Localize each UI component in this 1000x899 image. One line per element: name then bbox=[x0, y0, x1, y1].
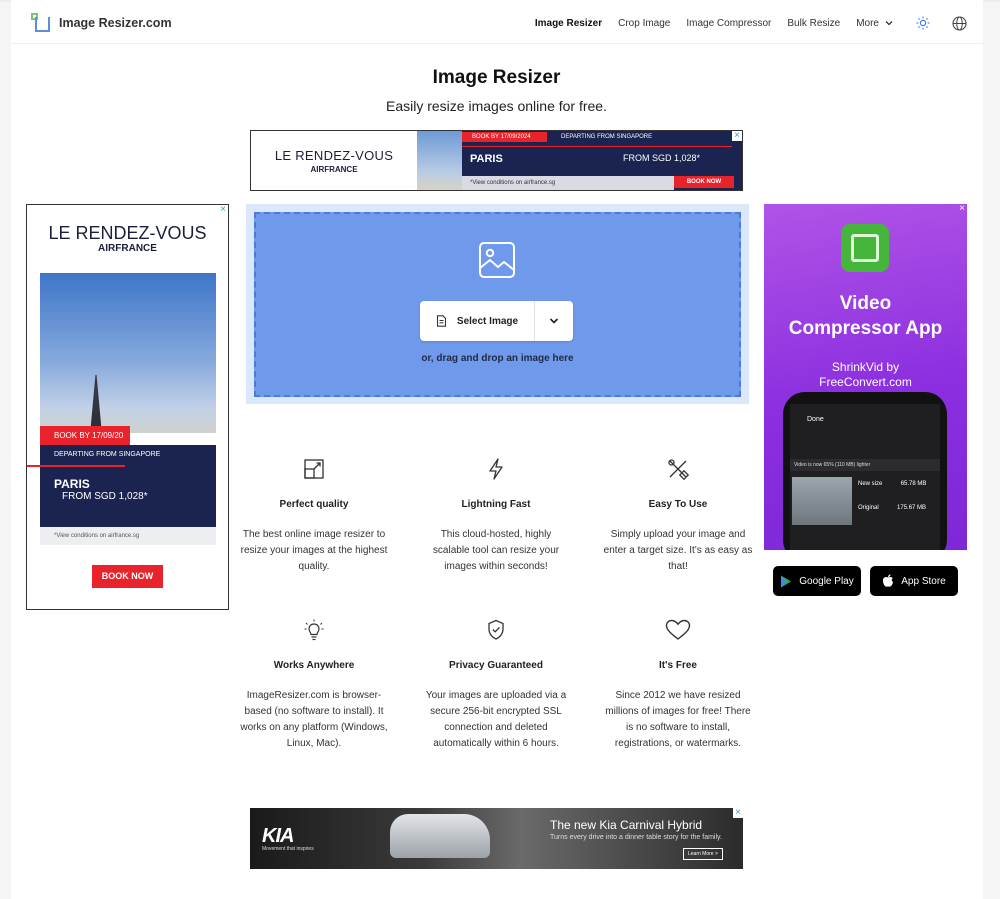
app-store-button[interactable]: App Store bbox=[870, 566, 958, 596]
theme-toggle-button[interactable] bbox=[916, 16, 930, 30]
select-image-label: Select Image bbox=[456, 315, 519, 327]
ad-city: PARIS bbox=[470, 153, 503, 165]
feature-title: Lightning Fast bbox=[461, 499, 531, 510]
page-subtitle: Easily resize images online for free. bbox=[386, 98, 607, 114]
feature-title: Works Anywhere bbox=[273, 660, 355, 671]
feature-title: Perfect quality bbox=[279, 499, 349, 510]
feature-works-anywhere: Works Anywhere ImageResizer.com is brows… bbox=[239, 618, 389, 752]
feature-description: Since 2012 we have resized millions of i… bbox=[605, 690, 751, 749]
new-size-row: New size 65.78 MB bbox=[858, 481, 927, 487]
nav-more-label: More bbox=[856, 17, 879, 29]
video-thumbnail bbox=[792, 477, 852, 525]
google-play-button[interactable]: Google Play bbox=[773, 566, 861, 596]
shrinkvid-ad[interactable]: Video Compressor App ShrinkVid by FreeCo… bbox=[764, 204, 967, 550]
kia-logo: KIA bbox=[262, 825, 294, 847]
ad-title: Video Compressor App bbox=[788, 293, 943, 339]
feature-perfect-quality: Perfect quality The best online image re… bbox=[239, 457, 389, 575]
feature-privacy-guaranteed: Privacy Guaranteed Your images are uploa… bbox=[421, 618, 571, 752]
resize-icon bbox=[304, 459, 324, 479]
ad-price: FROM SGD 1,028* bbox=[623, 153, 701, 163]
ad-close-icon[interactable]: × bbox=[218, 205, 228, 215]
original-row: Original 175.67 MB bbox=[858, 505, 927, 511]
ad-departing: DEPARTING FROM SINGAPORE bbox=[561, 134, 653, 140]
lightbulb-icon bbox=[304, 619, 324, 641]
airfrance-left-ad[interactable]: LE RENDEZ-VOUS AIRFRANCE BOOK BY 17/09/2… bbox=[26, 204, 229, 610]
globe-icon bbox=[952, 15, 967, 31]
feature-easy-to-use: Easy To Use Simply upload your image and… bbox=[603, 457, 753, 575]
select-image-button-group: Select Image bbox=[420, 301, 573, 341]
tools-icon bbox=[668, 459, 689, 480]
select-image-button[interactable]: Select Image bbox=[420, 301, 535, 341]
ad-headline: LE RENDEZ-VOUS bbox=[274, 147, 394, 163]
upload-source-dropdown[interactable] bbox=[535, 301, 573, 341]
feature-title: Privacy Guaranteed bbox=[449, 660, 543, 671]
main-nav: Image Resizer Crop Image Image Compresso… bbox=[519, 2, 967, 44]
feature-title: It's Free bbox=[659, 660, 697, 671]
feature-lightning-fast: Lightning Fast This cloud-hosted, highly… bbox=[421, 457, 571, 575]
ad-conditions: *View conditions on airfrance.sg bbox=[462, 176, 674, 190]
feature-description: The best online image resizer to resize … bbox=[240, 529, 388, 572]
feature-description: Your images are uploaded via a secure 25… bbox=[425, 690, 567, 749]
ad-brand-block: LE RENDEZ-VOUS AIRFRANCE bbox=[251, 131, 417, 190]
feature-description: Simply upload your image and enter a tar… bbox=[603, 529, 753, 572]
ad-red-line bbox=[27, 465, 125, 467]
nav-crop-image[interactable]: Crop Image bbox=[618, 18, 670, 29]
chevron-down-icon bbox=[549, 318, 559, 324]
nav-bulk-resize[interactable]: Bulk Resize bbox=[787, 18, 840, 29]
learn-more-button[interactable]: Learn More > bbox=[683, 848, 723, 860]
lightning-icon bbox=[489, 458, 503, 480]
nav-image-resizer[interactable]: Image Resizer bbox=[535, 18, 602, 29]
logo-text: Image Resizer.com bbox=[59, 16, 172, 30]
sun-icon bbox=[916, 16, 930, 30]
drop-hint-text: or, drag and drop an image here bbox=[421, 353, 574, 364]
feature-title: Easy To Use bbox=[648, 499, 708, 510]
ad-conditions: *View conditions on airfrance.sg bbox=[40, 527, 216, 545]
shield-check-icon bbox=[488, 619, 504, 640]
ad-book-now-button[interactable]: BOOK NOW bbox=[92, 565, 163, 588]
ad-departing: DEPARTING FROM SINGAPORE bbox=[54, 451, 161, 458]
screen-status-bar: Video is now 65% (110 MB) lighter bbox=[790, 459, 940, 471]
language-button[interactable] bbox=[952, 15, 967, 31]
site-logo[interactable]: Image Resizer.com bbox=[31, 13, 172, 33]
ad-book-now-button[interactable]: BOOK NOW bbox=[674, 176, 734, 188]
feature-its-free: It's Free Since 2012 we have resized mil… bbox=[603, 618, 753, 752]
file-icon bbox=[436, 315, 446, 327]
feature-description: This cloud-hosted, highly scalable tool … bbox=[432, 529, 560, 572]
site-header: Image Resizer.com Image Resizer Crop Ima… bbox=[11, 2, 983, 44]
airfrance-top-ad[interactable]: LE RENDEZ-VOUS AIRFRANCE BOOK BY 17/09/2… bbox=[250, 130, 743, 191]
ad-brand: AIRFRANCE bbox=[98, 243, 157, 254]
ad-close-icon[interactable]: × bbox=[733, 808, 743, 818]
ad-close-icon[interactable]: × bbox=[957, 204, 967, 214]
ad-book-by: BOOK BY 17/09/2024 bbox=[462, 132, 547, 142]
app-icon bbox=[841, 224, 889, 272]
ad-close-icon[interactable]: × bbox=[732, 131, 742, 141]
eiffel-photo bbox=[417, 131, 462, 190]
google-play-label: Google Play bbox=[799, 575, 854, 587]
ad-book-by: BOOK BY 17/09/20 bbox=[40, 426, 130, 445]
chevron-down-icon bbox=[885, 21, 893, 26]
ad-brand: AIRFRANCE bbox=[310, 164, 358, 174]
car-image bbox=[390, 814, 490, 858]
nav-more-dropdown[interactable]: More bbox=[856, 18, 894, 29]
screen-done-label: Done bbox=[807, 416, 824, 423]
kia-ad[interactable]: KIA Movement that inspires The new Kia C… bbox=[250, 808, 743, 869]
apple-icon bbox=[883, 574, 894, 587]
ad-city: PARIS bbox=[54, 477, 90, 491]
google-play-icon bbox=[781, 575, 792, 587]
image-placeholder-icon bbox=[479, 242, 515, 278]
logo-mark-icon bbox=[31, 13, 51, 33]
ad-red-line bbox=[462, 146, 732, 147]
kia-headline: The new Kia Carnival Hybrid bbox=[550, 818, 703, 832]
app-store-label: App Store bbox=[901, 575, 946, 587]
page-title: Image Resizer bbox=[432, 67, 561, 88]
eiffel-photo bbox=[40, 273, 216, 433]
ad-headline: LE RENDEZ-VOUS bbox=[48, 223, 207, 243]
heart-icon bbox=[665, 619, 691, 640]
kia-tagline: Movement that inspires bbox=[262, 846, 314, 852]
ad-price: FROM SGD 1,028* bbox=[62, 491, 148, 502]
ad-byline: ShrinkVid by FreeConvert.com bbox=[819, 360, 912, 389]
kia-subline: Turns every drive into a dinner table st… bbox=[550, 834, 722, 841]
nav-image-compressor[interactable]: Image Compressor bbox=[686, 18, 771, 29]
feature-description: ImageResizer.com is browser-based (no so… bbox=[240, 690, 388, 749]
